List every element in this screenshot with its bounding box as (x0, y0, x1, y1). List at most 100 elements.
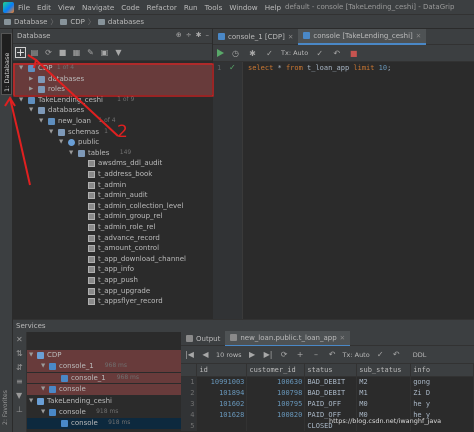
table-cell[interactable]: M2 (356, 376, 412, 387)
menu-help[interactable]: Help (265, 3, 281, 12)
table-cell[interactable]: gong (410, 376, 474, 387)
rollback-icon[interactable]: ↶ (391, 349, 402, 360)
tree-item-table[interactable]: t_app_info (13, 264, 212, 275)
menu-refactor[interactable]: Refactor (147, 3, 177, 12)
chevron-down-icon[interactable]: ▼ (59, 137, 65, 148)
console-icon[interactable]: ▣ (99, 47, 110, 58)
table-row[interactable]: 3 101602 100795 PAID_OFF M0 he y (181, 398, 474, 409)
tree-item[interactable]: ▼ TakeLending_ceshi 1 of 9 (13, 95, 212, 106)
breadcrumb-databases[interactable]: databases (108, 18, 144, 26)
sql-editor[interactable] (213, 62, 474, 319)
rows-count-dropdown[interactable]: 10 rows (216, 351, 242, 359)
tab-output[interactable]: Output (181, 331, 225, 347)
collapse-icon[interactable]: ⇵ (16, 363, 23, 372)
table-cell[interactable]: BAD_DEBIT (304, 387, 358, 398)
chevron-down-icon[interactable]: ▼ (41, 361, 47, 372)
minimize-icon[interactable]: – (206, 31, 210, 39)
service-tree-item[interactable]: ▼ console 918 ms (27, 407, 181, 418)
tree-item[interactable]: ▼ CDP 1 of 4 (13, 63, 212, 74)
chevron-down-icon[interactable]: ▼ (69, 148, 75, 159)
tree-item-table[interactable]: t_advance_record (13, 233, 212, 244)
chevron-down-icon[interactable]: ▼ (19, 63, 25, 74)
table-cell[interactable]: 100798 (246, 387, 306, 398)
chevron-down-icon[interactable]: ▼ (29, 105, 35, 116)
tree-item-table[interactable]: t_app_upgrade (13, 286, 212, 297)
filter-icon[interactable]: ▼ (16, 391, 22, 400)
breadcrumb-cdp[interactable]: CDP (70, 18, 85, 26)
table-cell[interactable]: M1 (356, 387, 412, 398)
history-icon[interactable]: ◷ (230, 48, 241, 59)
edit-icon[interactable]: ✎ (85, 47, 96, 58)
ddl-button[interactable]: DDL (413, 351, 427, 359)
table-cell[interactable]: PAID_OFF (304, 398, 358, 409)
service-tree-item[interactable]: console 918 ms (27, 418, 181, 429)
settings-icon[interactable]: ✱ (247, 48, 258, 59)
close-icon[interactable]: ✕ (288, 33, 293, 41)
tree-item[interactable]: ▼ public (13, 137, 212, 148)
favorites-tool-window-button[interactable]: 2: Favorites (1, 370, 12, 425)
globe-icon[interactable]: ⊕ (176, 31, 182, 39)
chevron-right-icon[interactable]: ▶ (29, 84, 35, 95)
stop-icon[interactable]: ■ (348, 48, 359, 59)
last-page-icon[interactable]: ▶| (263, 349, 274, 360)
close-icon[interactable]: ✕ (340, 334, 345, 342)
close-icon[interactable]: ✕ (416, 32, 421, 40)
table-editor-icon[interactable]: ▦ (71, 47, 82, 58)
tree-item[interactable]: ▼ schemas 1 (13, 127, 212, 138)
tree-item-table[interactable]: t_admin_audit (13, 190, 212, 201)
undo-icon[interactable]: ↶ (327, 349, 338, 360)
tree-item-table[interactable]: t_admin_role_rel (13, 222, 212, 233)
table-cell[interactable]: 100820 (246, 409, 306, 420)
tree-item-table[interactable]: t_admin (13, 180, 212, 191)
table-cell[interactable]: M0 (356, 398, 412, 409)
table-cell[interactable] (246, 420, 306, 431)
table-cell[interactable]: 100630 (246, 376, 306, 387)
first-page-icon[interactable]: |◀ (184, 349, 195, 360)
table-cell[interactable]: 10991003 (196, 376, 248, 387)
prev-page-icon[interactable]: ◀ (200, 349, 211, 360)
table-cell[interactable]: 100795 (246, 398, 306, 409)
table-cell[interactable]: 101628 (196, 409, 248, 420)
table-row[interactable]: 1 10991003 100630 BAD_DEBIT M2 gong (181, 376, 474, 387)
tree-item-table[interactable]: t_appsflyer_record (13, 296, 212, 307)
column-header-sub-status[interactable]: sub_status (356, 364, 412, 377)
run-icon[interactable] (217, 49, 224, 57)
chevron-down-icon[interactable]: ▼ (41, 384, 47, 395)
add-datasource-button[interactable]: + (15, 46, 26, 59)
column-header-id[interactable]: id (196, 364, 248, 377)
table-cell[interactable]: Zi D (410, 387, 474, 398)
remove-row-icon[interactable]: – (311, 349, 322, 360)
service-tree-item[interactable]: console_1 968 ms (27, 372, 181, 384)
menu-tools[interactable]: Tools (205, 3, 223, 12)
pin-icon[interactable]: ⊥ (16, 405, 23, 414)
table-cell[interactable]: he y (410, 398, 474, 409)
column-header-info[interactable]: info (410, 364, 474, 377)
wrench-icon[interactable]: ✓ (264, 48, 275, 59)
table-cell[interactable]: BAD_DEBIT (304, 376, 358, 387)
table-cell[interactable]: 101894 (196, 387, 248, 398)
chevron-down-icon[interactable]: ▼ (41, 407, 47, 418)
tree-item-table[interactable]: t_admin_collection_level (13, 201, 212, 212)
tab-console-cdp[interactable]: console_1 [CDP] ✕ (213, 29, 298, 45)
chevron-down-icon[interactable]: ▼ (29, 396, 35, 407)
chevron-down-icon[interactable]: ▼ (19, 95, 25, 106)
commit-icon[interactable]: ✓ (375, 349, 386, 360)
chevron-right-icon[interactable]: ▶ (29, 74, 35, 85)
service-tree-item[interactable]: ▼ TakeLending_ceshi (27, 396, 181, 407)
tree-item[interactable]: ▶ roles (13, 84, 212, 95)
tree-item-table[interactable]: t_amount_control (13, 243, 212, 254)
tree-item[interactable]: ▼ tables 149 (13, 148, 212, 159)
tab-result-table[interactable]: new_loan.public.t_loan_app ✕ (225, 330, 351, 347)
tree-item[interactable]: ▼ databases (13, 105, 212, 116)
rollback-icon[interactable]: ↶ (331, 48, 342, 59)
breadcrumb-database[interactable]: Database (14, 18, 47, 26)
tab-console-takelending[interactable]: console [TakeLending_ceshi] ✕ (298, 28, 427, 45)
tree-item-table[interactable]: awsdms_ddl_audit (13, 158, 212, 169)
service-tree-item[interactable]: ▼ CDP (27, 350, 181, 361)
properties-icon[interactable]: ▤ (29, 47, 40, 58)
table-row[interactable]: 2 101894 100798 BAD_DEBIT M1 Zi D (181, 387, 474, 398)
add-row-icon[interactable]: + (295, 349, 306, 360)
filter-icon[interactable]: ▼ (113, 47, 124, 58)
service-tree-item[interactable]: ▼ console (27, 384, 181, 395)
expand-icon[interactable]: ⇅ (16, 349, 23, 358)
